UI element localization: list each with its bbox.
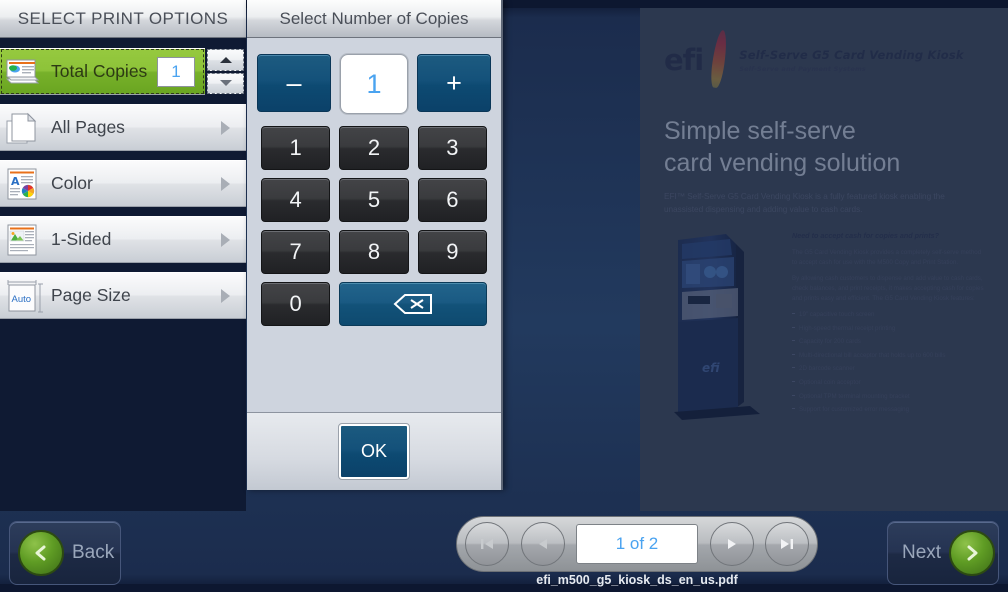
document-preview[interactable]: efi Self-Serve G5 Card Vending Kiosk Sel… (640, 8, 1008, 511)
increment-button[interactable]: + (417, 54, 491, 112)
chevron-right-icon (221, 232, 230, 247)
sidebar-item-label: Color (51, 173, 93, 193)
key-5[interactable]: 5 (339, 178, 409, 222)
key-3[interactable]: 3 (417, 126, 487, 170)
document-text-column: Need to accept cash for copies and print… (792, 230, 984, 430)
list-item: Capacity for 200 cards (792, 337, 984, 347)
kiosk-photo: efi (664, 230, 782, 430)
sidebar-item-label: Page Size (51, 285, 131, 305)
sided-icon (4, 223, 42, 257)
page-title: SELECT PRINT OPTIONS (0, 0, 246, 38)
app-root: efi Self-Serve G5 Card Vending Kiosk Sel… (0, 0, 1008, 592)
document-page: efi Self-Serve G5 Card Vending Kiosk Sel… (640, 8, 1008, 511)
document-heading: Simple self-serve card vending solution (664, 116, 984, 179)
sidebar-item-label: 1-Sided (51, 229, 112, 249)
list-item: Support for customized error messaging (792, 405, 984, 415)
list-item: Optional TPM terminal mounting bracket (792, 392, 984, 402)
total-copies-value[interactable]: 1 (157, 57, 195, 87)
sidebar-item-color[interactable]: A Color (0, 160, 246, 207)
next-page-button[interactable] (709, 522, 754, 566)
backspace-button[interactable] (339, 282, 487, 326)
svg-text:A: A (11, 175, 20, 188)
key-2[interactable]: 2 (339, 126, 409, 170)
print-options-list: Total Copies 1 All Pages A Color 1-Sided… (0, 38, 246, 319)
dialog-body: – 1 + 1 2 3 4 5 6 7 8 9 0 (247, 38, 501, 326)
copies-input[interactable]: 1 (340, 54, 408, 114)
document-body: efi Need to accept cash for copies and p… (664, 230, 984, 430)
list-item: Multi-directional bill acceptor that hol… (792, 351, 984, 361)
list-item: 2D barcode scanner (792, 364, 984, 374)
document-logo-title: Self-Serve G5 Card Vending Kiosk (739, 48, 964, 62)
chevron-right-icon (221, 120, 230, 135)
page-size-icon-text: Auto (12, 294, 32, 305)
chevron-right-icon (221, 176, 230, 191)
stepper-up-button[interactable] (207, 49, 244, 71)
key-8[interactable]: 8 (339, 230, 409, 274)
sidebar-item-page-size[interactable]: Auto Page Size (0, 272, 246, 319)
document-column-heading: Need to accept cash for copies and print… (792, 231, 939, 241)
sidebar-item-label: Total Copies (51, 61, 148, 81)
sidebar-item-1-sided[interactable]: 1-Sided (0, 216, 246, 263)
efi-wordmark: efi (664, 43, 704, 77)
copies-dialog: Select Number of Copies – 1 + 1 2 3 4 5 … (247, 0, 503, 490)
document-filename: efi_m500_g5_kiosk_ds_en_us.pdf (536, 573, 738, 587)
key-7[interactable]: 7 (261, 230, 331, 274)
page-icon (4, 111, 42, 145)
page-size-icon: Auto (4, 279, 46, 313)
last-page-button[interactable] (765, 522, 809, 566)
stepper-down-button[interactable] (207, 72, 244, 94)
list-item: 19" capacitive touch screen (792, 310, 984, 320)
numeric-keypad: 1 2 3 4 5 6 7 8 9 0 (255, 126, 493, 326)
list-item: Optional coin acceptor (792, 378, 984, 388)
stepper-down-icon (219, 80, 232, 87)
backspace-icon (393, 292, 433, 316)
print-options-panel: SELECT PRINT OPTIONS Total Copies 1 All … (0, 0, 246, 511)
document-feature-list: 19" capacitive touch screen High-speed t… (792, 310, 984, 415)
key-0[interactable]: 0 (261, 282, 331, 326)
stepper-up-icon (219, 56, 232, 63)
first-page-icon (481, 539, 493, 549)
sidebar-item-label: All Pages (51, 117, 125, 137)
key-9[interactable]: 9 (417, 230, 487, 274)
next-page-icon (727, 539, 736, 549)
key-1[interactable]: 1 (261, 126, 331, 170)
chevron-right-icon (949, 530, 996, 576)
dialog-title: Select Number of Copies (247, 0, 501, 38)
document-logo-titles: Self-Serve G5 Card Vending Kiosk Self-Se… (739, 48, 964, 73)
page-navigation: 1 of 2 (456, 516, 818, 572)
dialog-footer: OK (247, 412, 501, 490)
document-heading-line2: card vending solution (664, 148, 901, 177)
key-4[interactable]: 4 (261, 178, 331, 222)
list-item: High-speed thermal receipt printing (792, 324, 984, 334)
previous-page-icon (538, 539, 547, 549)
document-logo-subtitle: Self-Serve and Payment Systems (739, 65, 866, 73)
ok-button[interactable]: OK (338, 423, 410, 480)
total-copies-stepper (205, 48, 246, 95)
next-button[interactable]: Next (887, 521, 999, 585)
document-column-p2: By allowing cash customers to dispense a… (792, 275, 984, 303)
copies-icon (4, 55, 42, 89)
decrement-button[interactable]: – (257, 54, 331, 112)
back-button-label: Back (72, 542, 115, 563)
previous-page-button[interactable] (520, 522, 565, 566)
next-button-label: Next (902, 542, 942, 563)
document-heading-line1: Simple self-serve (664, 117, 856, 145)
document-subhead: EFI™ Self-Serve G5 Card Vending Kiosk is… (664, 192, 945, 214)
back-button[interactable]: Back (9, 521, 121, 585)
first-page-button[interactable] (465, 522, 509, 566)
last-page-icon (781, 539, 793, 549)
copies-stepper-row: – 1 + (255, 54, 493, 114)
key-6[interactable]: 6 (417, 178, 487, 222)
sidebar-item-all-pages[interactable]: All Pages (0, 104, 246, 151)
svg-text:efi: efi (702, 361, 720, 375)
color-icon: A (4, 167, 42, 201)
chevron-left-icon (18, 530, 64, 576)
chevron-right-icon (221, 288, 230, 303)
page-indicator[interactable]: 1 of 2 (576, 524, 698, 564)
efi-flame-icon (709, 29, 730, 89)
kiosk-illustration: efi (674, 234, 760, 421)
document-logo: efi Self-Serve G5 Card Vending Kiosk Sel… (664, 29, 984, 89)
document-column-p1: The G5 Card Vending Kiosk provides a com… (792, 249, 982, 267)
